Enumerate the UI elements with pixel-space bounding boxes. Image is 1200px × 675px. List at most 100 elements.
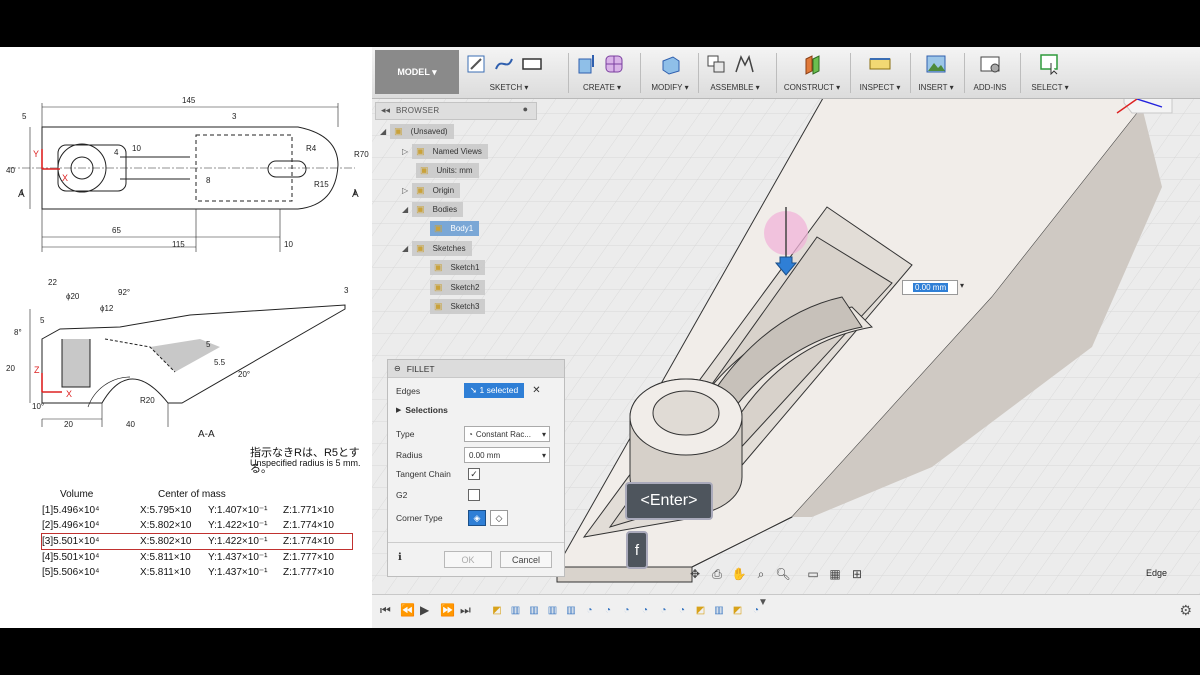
expand-arrow-icon[interactable]: ◢ xyxy=(402,205,408,214)
extrude-icon[interactable] xyxy=(574,53,598,75)
timeline-fillet-icon[interactable]: ◔ xyxy=(675,604,689,617)
visibility-bulb-icon[interactable]: ▣ xyxy=(394,126,403,137)
visibility-bulb-icon[interactable]: ▣ xyxy=(420,165,429,176)
addins-menu-label[interactable]: ADD-INS xyxy=(970,83,1010,92)
selections-label[interactable]: Selections xyxy=(405,405,448,415)
timeline-fillet-icon[interactable]: ◔ xyxy=(657,604,671,617)
browser-item-sketch3[interactable]: ▣ Sketch3 xyxy=(430,299,486,314)
radius-input[interactable]: 0.00 mm ▾ xyxy=(464,447,550,463)
skip-start-icon[interactable]: ⏮ xyxy=(380,603,391,618)
expand-arrow-icon[interactable]: ◢ xyxy=(380,127,386,136)
dialog-collapse-icon[interactable]: ⊖ xyxy=(394,364,401,373)
display-settings-icon[interactable]: ▭ xyxy=(805,566,821,582)
rolling-ball-corner-icon[interactable]: ◈ xyxy=(468,510,486,526)
browser-item-named-views[interactable]: ▷ ▣ Named Views xyxy=(402,144,488,159)
cancel-button[interactable]: Cancel xyxy=(500,551,552,568)
timeline-marker-icon[interactable]: ▼ xyxy=(758,597,768,608)
select-group[interactable]: SELECT ▾ xyxy=(1028,51,1072,95)
offset-plane-icon[interactable] xyxy=(800,53,824,75)
visibility-bulb-icon[interactable]: ▣ xyxy=(434,262,443,273)
scripts-icon[interactable] xyxy=(978,53,1002,75)
step-forward-icon[interactable]: ⏩ xyxy=(440,603,455,617)
create-menu-label[interactable]: CREATE ▾ xyxy=(574,83,630,92)
expand-selections-icon[interactable]: ▶ xyxy=(396,406,401,414)
construct-group[interactable]: CONSTRUCT ▾ xyxy=(782,51,842,95)
expand-arrow-icon[interactable]: ▷ xyxy=(402,147,408,156)
timeline-fillet-icon[interactable]: ◔ xyxy=(638,604,652,617)
construct-menu-label[interactable]: CONSTRUCT ▾ xyxy=(782,83,842,92)
grid-settings-icon[interactable]: ▦ xyxy=(827,566,843,582)
visibility-bulb-icon[interactable]: ▣ xyxy=(416,146,425,157)
assemble-menu-label[interactable]: ASSEMBLE ▾ xyxy=(704,83,766,92)
radius-dropdown-icon[interactable]: ▾ xyxy=(542,451,546,460)
rectangle-icon[interactable] xyxy=(520,53,544,75)
zoom-window-icon[interactable]: ⌕ xyxy=(753,566,769,582)
expand-arrow-icon[interactable]: ◢ xyxy=(402,244,408,253)
pan-icon[interactable]: ✋ xyxy=(731,566,747,582)
press-pull-icon[interactable] xyxy=(658,53,682,75)
workspace-switcher[interactable]: MODEL ▾ xyxy=(375,50,459,94)
create-sketch-icon[interactable] xyxy=(464,53,488,75)
select-menu-label[interactable]: SELECT ▾ xyxy=(1028,83,1072,92)
select-icon[interactable] xyxy=(1038,53,1062,75)
timeline-sketch-icon[interactable]: ◩ xyxy=(490,604,504,617)
timeline-extrude-icon[interactable]: ▥ xyxy=(509,604,523,617)
orbit-icon[interactable]: ✥ xyxy=(687,566,703,582)
browser-item-origin[interactable]: ▷ ▣ Origin xyxy=(402,183,461,198)
timeline-sketch-icon[interactable]: ◩ xyxy=(694,604,708,617)
edges-selection-button[interactable]: ➘ 1 selected xyxy=(464,383,525,398)
timeline-fillet-icon[interactable]: ◔ xyxy=(601,604,615,617)
measure-icon[interactable] xyxy=(868,53,892,75)
visibility-bulb-icon[interactable]: ▣ xyxy=(416,243,425,254)
tangent-chain-checkbox[interactable]: ✓ xyxy=(468,468,480,480)
timeline-extrude-icon[interactable]: ▥ xyxy=(546,604,560,617)
insert-menu-label[interactable]: INSERT ▾ xyxy=(916,83,956,92)
browser-item-units-mm[interactable]: ▣ Units: mm xyxy=(416,163,479,178)
inspect-menu-label[interactable]: INSPECT ▾ xyxy=(856,83,904,92)
expand-arrow-icon[interactable]: ▷ xyxy=(402,186,408,195)
g2-checkbox[interactable] xyxy=(468,489,480,501)
modify-menu-label[interactable]: MODIFY ▾ xyxy=(648,83,692,92)
spline-icon[interactable] xyxy=(492,53,516,75)
type-select[interactable]: ◔ Constant Rac... ▾ xyxy=(464,426,550,442)
timeline-extrude-icon[interactable]: ▥ xyxy=(527,604,541,617)
visibility-bulb-icon[interactable]: ▣ xyxy=(416,185,425,196)
browser-item-sketch1[interactable]: ▣ Sketch1 xyxy=(430,260,486,275)
look-at-icon[interactable]: ⎙ xyxy=(709,566,725,582)
insert-image-icon[interactable] xyxy=(924,53,948,75)
browser-options-icon[interactable]: ● xyxy=(523,104,528,114)
ok-button[interactable]: OK xyxy=(444,551,492,568)
dimension-value[interactable]: 0.00 mm xyxy=(913,283,949,292)
visibility-bulb-icon[interactable]: ▣ xyxy=(434,301,443,312)
dimension-dropdown-icon[interactable]: ▾ xyxy=(960,281,964,290)
modify-group[interactable]: MODIFY ▾ xyxy=(648,51,692,95)
setback-corner-icon[interactable]: ◇ xyxy=(490,510,508,526)
timeline-fillet-icon[interactable]: ◔ xyxy=(583,604,597,617)
timeline-fillet-icon[interactable]: ◔ xyxy=(620,604,634,617)
timeline-settings-icon[interactable]: ⚙ xyxy=(1179,602,1192,619)
joint-icon[interactable] xyxy=(732,53,756,75)
visibility-bulb-icon[interactable]: ▣ xyxy=(416,204,425,215)
skip-end-icon[interactable]: ⏭ xyxy=(460,603,471,618)
clear-selection-icon[interactable]: ✕ xyxy=(532,385,540,396)
collapse-icon[interactable]: ◂◂ xyxy=(381,105,390,116)
radius-value[interactable]: 0.00 mm xyxy=(469,451,500,460)
inspect-group[interactable]: INSPECT ▾ xyxy=(856,51,904,95)
browser-item-sketch2[interactable]: ▣ Sketch2 xyxy=(430,280,486,295)
visibility-bulb-icon[interactable]: ▣ xyxy=(434,223,443,234)
addins-group[interactable]: ADD-INS xyxy=(970,51,1010,95)
zoom-icon[interactable]: 🔍︎ xyxy=(775,566,791,582)
browser-item-body1[interactable]: ▣ Body1 xyxy=(430,221,480,236)
sketch-group[interactable]: SKETCH ▾ xyxy=(464,51,554,95)
create-group[interactable]: CREATE ▾ xyxy=(574,51,630,95)
info-icon[interactable]: ℹ xyxy=(398,552,402,563)
step-back-icon[interactable]: ⏪ xyxy=(400,603,415,617)
visibility-bulb-icon[interactable]: ▣ xyxy=(434,282,443,293)
browser-item-bodies[interactable]: ◢ ▣ Bodies xyxy=(402,202,464,217)
form-icon[interactable] xyxy=(602,53,626,75)
timeline-extrude-icon[interactable]: ▥ xyxy=(712,604,726,617)
timeline-sketch-icon[interactable]: ◩ xyxy=(731,604,745,617)
browser-panel-header[interactable]: ◂◂ BROWSER ● xyxy=(375,102,537,120)
viewports-icon[interactable]: ⊞ xyxy=(849,566,865,582)
browser-item-unsaved[interactable]: ◢ ▣ (Unsaved) xyxy=(380,124,454,139)
